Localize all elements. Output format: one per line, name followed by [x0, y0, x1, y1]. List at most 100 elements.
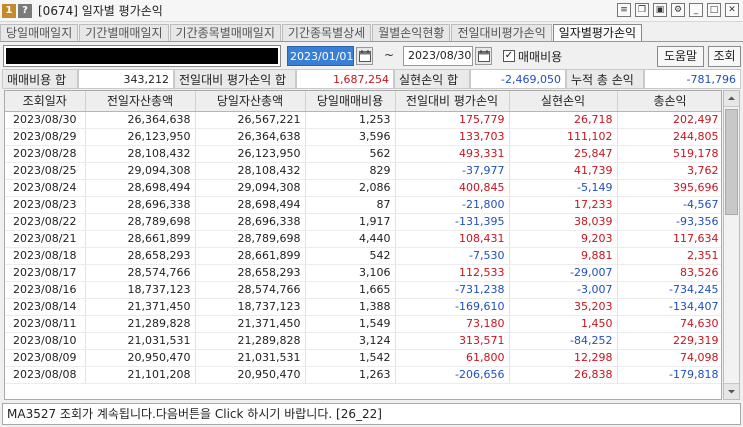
column-header-today-assets[interactable]: 당일자산총액	[195, 91, 306, 112]
calendar-icon[interactable]	[356, 47, 373, 65]
cell-prev-assets: 28,574,766	[85, 264, 196, 282]
cell-valuation-pnl: -21,800	[395, 196, 510, 214]
cell-total-pnl: 74,098	[617, 349, 721, 367]
include-fees-checkbox[interactable]: ✓	[503, 50, 515, 62]
account-input[interactable]	[3, 45, 281, 67]
cell-total-pnl: 202,497	[617, 111, 721, 129]
cell-trade-fee: 2,086	[305, 179, 396, 197]
table-row[interactable]: 2023/08/16 18,737,123 28,574,766 1,665 -731,…	[5, 281, 721, 299]
table-row[interactable]: 2023/08/21 28,661,899 28,789,698 4,440 108,4…	[5, 230, 721, 248]
cell-trade-fee: 4,440	[305, 230, 396, 248]
calendar-icon[interactable]	[475, 47, 492, 65]
table-row[interactable]: 2023/08/17 28,574,766 28,658,293 3,106 112,5…	[5, 264, 721, 282]
date-to-input[interactable]: 2023/08/30	[403, 46, 473, 66]
cell-date: 2023/08/08	[5, 366, 86, 384]
cell-trade-fee: 1,917	[305, 213, 396, 231]
table-header: 조회일자 전일자산총액 당일자산총액 당일매매비용 전일대비 평가손익 실현손익…	[5, 91, 721, 112]
column-header-valuation-pnl[interactable]: 전일대비 평가손익	[395, 91, 510, 112]
realized-total-value: -2,469,050	[470, 69, 566, 89]
cell-today-assets: 28,108,432	[195, 162, 306, 180]
column-header-realized-pnl[interactable]: 실현손익	[509, 91, 618, 112]
cell-valuation-pnl: -731,238	[395, 281, 510, 299]
cell-realized-pnl: 25,847	[509, 145, 618, 163]
cell-valuation-pnl: -206,656	[395, 366, 510, 384]
cell-valuation-pnl: -131,395	[395, 213, 510, 231]
cell-realized-pnl: -84,252	[509, 332, 618, 350]
minimize-icon[interactable]: _	[689, 3, 703, 17]
cell-today-assets: 28,696,338	[195, 213, 306, 231]
cell-prev-assets: 21,371,450	[85, 298, 196, 316]
scroll-up-icon[interactable]	[724, 91, 739, 107]
cell-today-assets: 18,737,123	[195, 298, 306, 316]
cell-total-pnl: 83,526	[617, 264, 721, 282]
tab-daily-trade-log[interactable]: 당일매매일지	[0, 24, 79, 42]
table-row[interactable]: 2023/08/24 28,698,494 29,094,308 2,086 400,8…	[5, 179, 721, 197]
cell-trade-fee: 3,596	[305, 128, 396, 146]
valuation-table[interactable]: 조회일자 전일자산총액 당일자산총액 당일매매비용 전일대비 평가손익 실현손익…	[4, 90, 722, 400]
tab-period-stock-trade-log[interactable]: 기간종목별매매일지	[169, 24, 281, 42]
cell-total-pnl: -4,567	[617, 196, 721, 214]
cell-today-assets: 28,661,899	[195, 247, 306, 265]
cell-date: 2023/08/09	[5, 349, 86, 367]
table-row[interactable]: 2023/08/10 21,031,531 21,289,828 3,124 313,5…	[5, 332, 721, 350]
close-icon[interactable]: ✕	[725, 3, 739, 17]
window-number-badge[interactable]: 1	[2, 3, 16, 18]
table-row[interactable]: 2023/08/25 29,094,308 28,108,432 829 -37,977…	[5, 162, 721, 180]
cell-prev-assets: 28,108,432	[85, 145, 196, 163]
table-row[interactable]: 2023/08/11 21,289,828 21,371,450 1,549 73,18…	[5, 315, 721, 333]
tab-divider	[0, 41, 743, 42]
cell-prev-assets: 29,094,308	[85, 162, 196, 180]
settings-icon[interactable]: ⚙	[671, 3, 685, 17]
table-row[interactable]: 2023/08/23 28,696,338 28,698,494 87 -21,800 1…	[5, 196, 721, 214]
table-row[interactable]: 2023/08/08 21,101,208 20,950,470 1,263 -206,…	[5, 366, 721, 384]
link-icon[interactable]: ≡	[617, 3, 631, 17]
date-from-input[interactable]: 2023/01/01	[287, 46, 354, 66]
column-header-date[interactable]: 조회일자	[5, 91, 86, 112]
table-row[interactable]: 2023/08/09 20,950,470 21,031,531 1,542 61,80…	[5, 349, 721, 367]
tab-daily-valuation-pnl[interactable]: 일자별평가손익	[552, 24, 643, 42]
cell-realized-pnl: 17,233	[509, 196, 618, 214]
table-row[interactable]: 2023/08/29 26,123,950 26,364,638 3,596 133,7…	[5, 128, 721, 146]
tab-prev-day-valuation-pnl[interactable]: 전일대비평가손익	[451, 24, 552, 42]
column-header-prev-assets[interactable]: 전일자산총액	[85, 91, 196, 112]
column-header-total-pnl[interactable]: 총손익	[617, 91, 721, 112]
cell-date: 2023/08/16	[5, 281, 86, 299]
tab-period-trade-log[interactable]: 기간별매매일지	[79, 24, 169, 42]
fee-total-label: 매매비용 합	[2, 69, 78, 89]
copy-icon[interactable]: ❐	[635, 3, 649, 17]
cell-total-pnl: -734,245	[617, 281, 721, 299]
table-row[interactable]: 2023/08/22 28,789,698 28,696,338 1,917 -131,…	[5, 213, 721, 231]
table-row[interactable]: 2023/08/28 28,108,432 26,123,950 562 493,331…	[5, 145, 721, 163]
cell-valuation-pnl: 133,703	[395, 128, 510, 146]
cell-realized-pnl: 35,203	[509, 298, 618, 316]
scroll-down-icon[interactable]	[724, 383, 739, 399]
cell-prev-assets: 21,289,828	[85, 315, 196, 333]
cell-realized-pnl: 38,039	[509, 213, 618, 231]
table-row[interactable]: 2023/08/18 28,658,293 28,661,899 542 -7,530 9…	[5, 247, 721, 265]
window-title: [0674] 일자별 평가손익	[38, 4, 163, 18]
cell-realized-pnl: 9,203	[509, 230, 618, 248]
table-row[interactable]: 2023/08/14 21,371,450 18,737,123 1,388 -169,…	[5, 298, 721, 316]
table-row[interactable]: 2023/08/30 26,364,638 26,567,221 1,253 175,7…	[5, 111, 721, 129]
tab-period-stock-detail[interactable]: 기간종목별상세	[281, 24, 372, 42]
help-icon[interactable]: ?	[18, 3, 32, 18]
column-header-trade-fee[interactable]: 당일매매비용	[305, 91, 396, 112]
query-button[interactable]: 조회	[708, 46, 741, 67]
date-range-separator: ~	[384, 48, 395, 62]
scrollbar-thumb[interactable]	[725, 109, 738, 215]
cell-date: 2023/08/23	[5, 196, 86, 214]
cell-trade-fee: 562	[305, 145, 396, 163]
help-button[interactable]: 도움말	[657, 46, 704, 67]
cell-trade-fee: 1,388	[305, 298, 396, 316]
maximize-icon[interactable]: □	[707, 3, 721, 17]
cell-today-assets: 28,789,698	[195, 230, 306, 248]
cell-total-pnl: 229,319	[617, 332, 721, 350]
vertical-scrollbar[interactable]	[723, 90, 740, 400]
cell-realized-pnl: 12,298	[509, 349, 618, 367]
cell-prev-assets: 26,123,950	[85, 128, 196, 146]
camera-icon[interactable]: ▣	[653, 3, 667, 17]
cell-prev-assets: 21,101,208	[85, 366, 196, 384]
cell-trade-fee: 829	[305, 162, 396, 180]
tab-monthly-pnl[interactable]: 월별손익현황	[372, 24, 451, 42]
cell-valuation-pnl: -7,530	[395, 247, 510, 265]
